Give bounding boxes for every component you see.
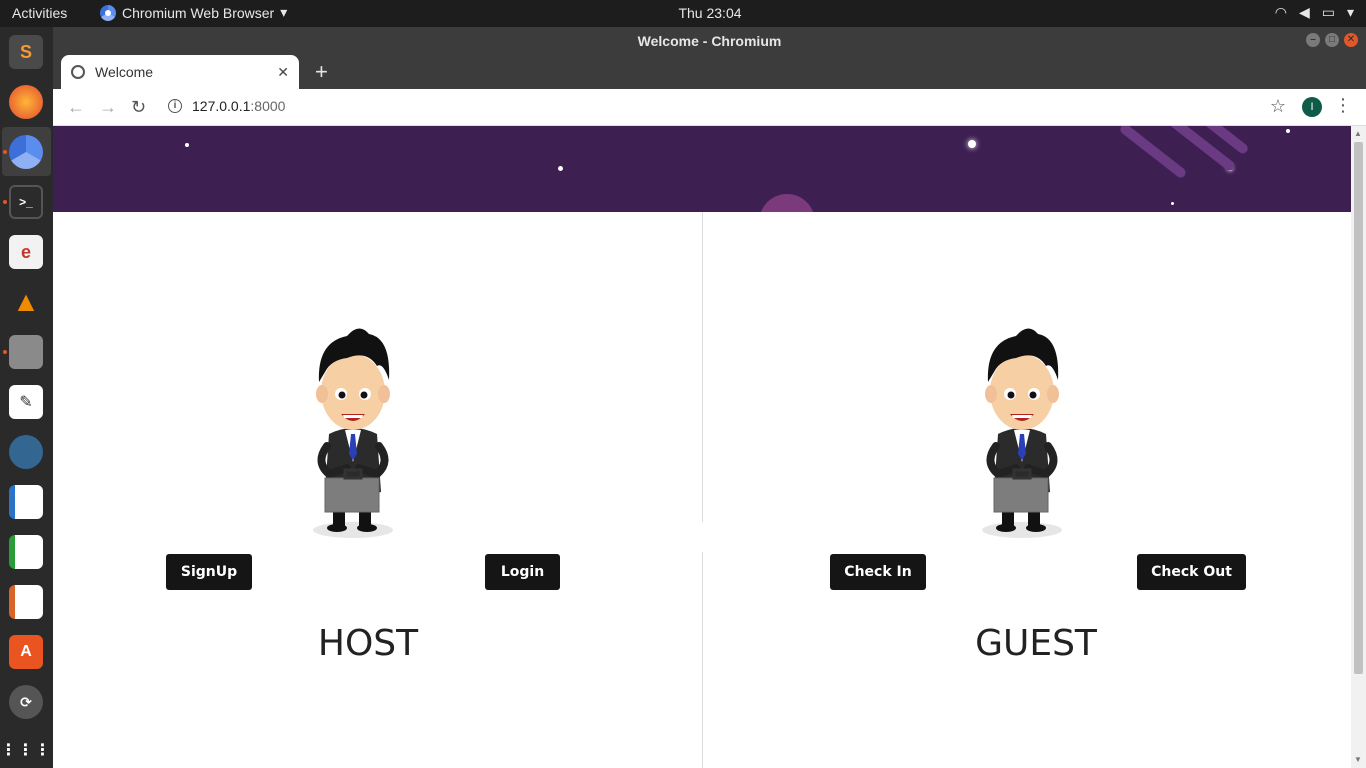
chevron-down-icon: ▾ — [1346, 4, 1354, 20]
star-decoration — [558, 166, 563, 171]
vertical-scrollbar[interactable]: ▲ ▼ — [1351, 126, 1366, 768]
firefox-icon[interactable] — [9, 85, 43, 119]
clock[interactable]: Thu 23:04 — [0, 5, 1366, 21]
login-button[interactable]: Login — [485, 554, 560, 590]
page-content: SignUp Login HOST Check In Check Out GUE… — [53, 126, 1366, 768]
scroll-up-arrow[interactable]: ▲ — [1354, 129, 1362, 138]
forward-button[interactable]: → — [99, 97, 117, 118]
guest-heading: GUEST — [975, 623, 1097, 664]
libreoffice-calc-icon[interactable] — [9, 535, 43, 569]
host-heading: HOST — [317, 623, 419, 664]
chromium-icon[interactable] — [9, 135, 43, 169]
reload-button[interactable]: ↻ — [131, 97, 146, 118]
updater-icon[interactable]: ⟳ — [9, 685, 43, 719]
running-indicator — [3, 350, 7, 354]
browser-window: Welcome - Chromium – □ ✕ Welcome ✕ + ← →… — [53, 27, 1366, 768]
tab-strip: Welcome ✕ + — [53, 55, 1366, 89]
check-in-button[interactable]: Check In — [830, 554, 926, 590]
dock: S >_ e ▲ ✎ A ⟳ ⋮⋮⋮ — [0, 27, 53, 768]
vlc-icon[interactable]: ▲ — [9, 285, 43, 319]
address-bar[interactable]: i 127.0.0.1:8000 — [168, 98, 285, 114]
pgadmin-icon[interactable] — [9, 435, 43, 469]
menu-kebab-icon[interactable]: ⋮ — [1334, 95, 1352, 116]
url-text: 127.0.0.1:8000 — [192, 98, 286, 114]
close-window-button[interactable]: ✕ — [1344, 33, 1358, 47]
divider-gap — [698, 522, 708, 552]
host-businessman-illustration — [313, 328, 393, 538]
wifi-icon: ◠ — [1274, 4, 1287, 20]
guest-businessman-illustration — [982, 328, 1062, 538]
files-icon[interactable] — [9, 335, 43, 369]
gnome-top-bar: Activities Chromium Web Browser ▾ Thu 23… — [0, 0, 1366, 27]
window-controls: – □ ✕ — [1306, 33, 1358, 47]
volume-icon: ◀ — [1298, 4, 1310, 20]
libreoffice-writer-icon[interactable] — [9, 485, 43, 519]
minimize-button[interactable]: – — [1306, 33, 1320, 47]
text-editor-icon[interactable]: ✎ — [9, 385, 43, 419]
planet-decoration — [759, 194, 815, 212]
scroll-down-arrow[interactable]: ▼ — [1354, 755, 1362, 764]
globe-icon — [71, 65, 85, 79]
running-indicator — [3, 150, 7, 154]
scrollbar-thumb[interactable] — [1354, 142, 1363, 674]
star-decoration — [1171, 202, 1174, 205]
back-button[interactable]: ← — [67, 97, 85, 118]
document-viewer-icon[interactable]: e — [9, 235, 43, 269]
browser-toolbar: ← → ↻ i 127.0.0.1:8000 ☆ I ⋮ — [53, 89, 1366, 126]
meteor-streak — [1118, 126, 1188, 180]
show-applications-icon[interactable]: ⋮⋮⋮ — [1, 733, 51, 767]
section-divider — [702, 212, 703, 768]
check-out-button[interactable]: Check Out — [1137, 554, 1246, 590]
running-indicator — [3, 200, 7, 204]
software-center-icon[interactable]: A — [9, 635, 43, 669]
site-info-icon[interactable]: i — [168, 99, 182, 113]
libreoffice-impress-icon[interactable] — [9, 585, 43, 619]
tab-title: Welcome — [95, 64, 154, 80]
system-tray[interactable]: ◠ ◀ ▭ ▾ — [1275, 4, 1354, 21]
sublime-text-icon[interactable]: S — [9, 35, 43, 69]
bookmark-star-icon[interactable]: ☆ — [1270, 96, 1286, 117]
tab-welcome[interactable]: Welcome ✕ — [61, 55, 299, 89]
hero-banner — [53, 126, 1351, 212]
profile-avatar[interactable]: I — [1302, 97, 1322, 117]
new-tab-button[interactable]: + — [315, 59, 328, 85]
maximize-button[interactable]: □ — [1325, 33, 1339, 47]
battery-icon: ▭ — [1321, 4, 1335, 20]
star-decoration — [1286, 129, 1290, 133]
star-decoration — [185, 143, 189, 147]
window-titlebar[interactable]: Welcome - Chromium – □ ✕ — [53, 27, 1366, 55]
terminal-icon[interactable]: >_ — [9, 185, 43, 219]
star-decoration — [968, 140, 976, 148]
window-title: Welcome - Chromium — [637, 33, 782, 49]
signup-button[interactable]: SignUp — [166, 554, 252, 590]
close-tab-icon[interactable]: ✕ — [277, 64, 289, 81]
